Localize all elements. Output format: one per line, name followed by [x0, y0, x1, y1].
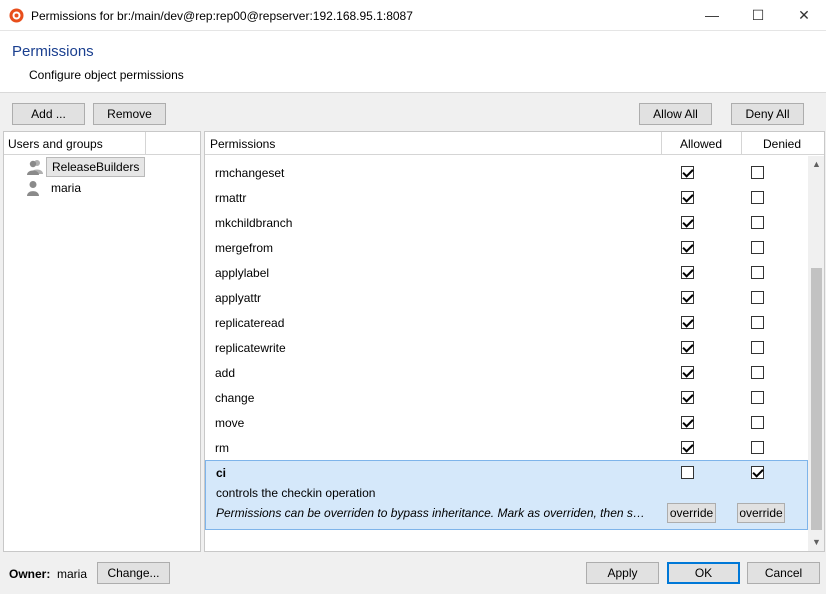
allowed-checkbox[interactable]	[681, 216, 694, 229]
allowed-checkbox[interactable]	[681, 416, 694, 429]
tree-item-label: maria	[51, 181, 82, 195]
apply-button[interactable]: Apply	[586, 562, 659, 584]
permission-row[interactable]: applylabel	[205, 260, 808, 285]
denied-checkbox[interactable]	[751, 316, 764, 329]
denied-checkbox[interactable]	[751, 166, 764, 179]
title-bar: Permissions for br:/main/dev@rep:rep00@r…	[0, 0, 826, 31]
denied-checkbox[interactable]	[751, 241, 764, 254]
override-allowed-button[interactable]: override	[667, 503, 716, 523]
selected-permission-row[interactable]: ci controls the checkin operation Permis…	[205, 460, 808, 530]
permissions-rows: rm move change add replicatewrite replicatere…	[205, 156, 808, 551]
permission-name: applylabel	[215, 266, 270, 280]
allowed-checkbox[interactable]	[681, 366, 694, 379]
permission-row[interactable]: rm	[205, 435, 808, 460]
permission-row[interactable]: replicatewrite	[205, 335, 808, 360]
permission-row[interactable]: rmattr	[205, 185, 808, 210]
maximize-button[interactable]: ☐	[735, 0, 781, 30]
denied-checkbox[interactable]	[751, 291, 764, 304]
deny-all-button[interactable]: Deny All	[731, 103, 804, 125]
column-divider[interactable]	[741, 132, 742, 155]
minimize-button[interactable]: —	[689, 0, 735, 30]
denied-checkbox[interactable]	[751, 441, 764, 454]
permission-row[interactable]: change	[205, 385, 808, 410]
group-icon	[27, 160, 43, 175]
users-groups-header: Users and groups	[4, 132, 200, 155]
allowed-checkbox[interactable]	[681, 466, 694, 479]
add-button[interactable]: Add ...	[12, 103, 85, 125]
denied-checkbox[interactable]	[751, 341, 764, 354]
column-header-permissions[interactable]: Permissions	[210, 137, 275, 151]
permission-name: move	[215, 416, 245, 430]
denied-checkbox[interactable]	[751, 466, 764, 479]
window-title: Permissions for br:/main/dev@rep:rep00@r…	[31, 9, 413, 23]
vertical-scrollbar[interactable]: ▲ ▼	[808, 156, 824, 551]
permission-name: replicatewrite	[215, 341, 286, 355]
users-groups-header-label: Users and groups	[8, 137, 103, 151]
permission-name: rm	[215, 441, 229, 455]
tree-item-label: ReleaseBuilders	[46, 157, 146, 177]
change-owner-button[interactable]: Change...	[97, 562, 170, 584]
permission-name: replicateread	[215, 316, 285, 330]
allowed-checkbox[interactable]	[681, 166, 694, 179]
permission-row[interactable]: move	[205, 410, 808, 435]
override-hint: Permissions can be overriden to bypass i…	[216, 506, 648, 520]
denied-checkbox[interactable]	[751, 191, 764, 204]
allowed-checkbox[interactable]	[681, 341, 694, 354]
scrollbar-thumb[interactable]	[811, 268, 822, 530]
scroll-up-arrow-icon[interactable]: ▲	[808, 156, 824, 173]
allowed-checkbox[interactable]	[681, 316, 694, 329]
permission-name: mkchildbranch	[215, 216, 293, 230]
column-header-denied[interactable]: Denied	[763, 137, 801, 151]
override-denied-button[interactable]: override	[737, 503, 785, 523]
column-divider[interactable]	[145, 132, 146, 155]
column-header-allowed[interactable]: Allowed	[680, 137, 722, 151]
denied-checkbox[interactable]	[751, 216, 764, 229]
allow-all-button[interactable]: Allow All	[639, 103, 712, 125]
column-divider[interactable]	[661, 132, 662, 155]
remove-button[interactable]: Remove	[93, 103, 166, 125]
permission-row[interactable]: add	[205, 360, 808, 385]
allowed-checkbox[interactable]	[681, 191, 694, 204]
owner-value: maria	[57, 567, 88, 581]
allowed-checkbox[interactable]	[681, 391, 694, 404]
denied-checkbox[interactable]	[751, 366, 764, 379]
permission-name: ci	[216, 466, 227, 480]
allowed-checkbox[interactable]	[681, 441, 694, 454]
app-logo-icon	[9, 8, 24, 23]
permission-row[interactable]: mergefrom	[205, 235, 808, 260]
owner-label: Owner:	[9, 567, 51, 581]
allowed-checkbox[interactable]	[681, 266, 694, 279]
denied-checkbox[interactable]	[751, 416, 764, 429]
cancel-button[interactable]: Cancel	[747, 562, 820, 584]
users-groups-panel: Users and groups ReleaseBuilders maria	[3, 131, 201, 552]
dialog-subtitle: Configure object permissions	[29, 68, 184, 82]
permission-description: controls the checkin operation	[216, 486, 376, 500]
scroll-down-arrow-icon[interactable]: ▼	[808, 534, 824, 551]
dialog-header: Permissions Configure object permissions	[0, 31, 826, 93]
allowed-checkbox[interactable]	[681, 241, 694, 254]
permission-name: rmattr	[215, 191, 247, 205]
dialog-title: Permissions	[12, 43, 94, 60]
denied-checkbox[interactable]	[751, 391, 764, 404]
permissions-grid: Permissions Allowed Denied rm move change a…	[204, 131, 825, 552]
permission-name: applyattr	[215, 291, 262, 305]
permission-row[interactable]: mkchildbranch	[205, 210, 808, 235]
denied-checkbox[interactable]	[751, 266, 764, 279]
allowed-checkbox[interactable]	[681, 291, 694, 304]
permissions-grid-header: Permissions Allowed Denied	[205, 132, 824, 155]
ok-button[interactable]: OK	[667, 562, 740, 584]
user-icon	[27, 181, 39, 196]
permission-name: add	[215, 366, 236, 380]
close-button[interactable]: ✕	[781, 0, 826, 30]
permission-name: change	[215, 391, 255, 405]
permission-row[interactable]: rmchangeset	[205, 160, 808, 185]
permission-name: rmchangeset	[215, 166, 285, 180]
permission-name: mergefrom	[215, 241, 274, 255]
permission-row[interactable]: applyattr	[205, 285, 808, 310]
permission-row[interactable]: replicateread	[205, 310, 808, 335]
